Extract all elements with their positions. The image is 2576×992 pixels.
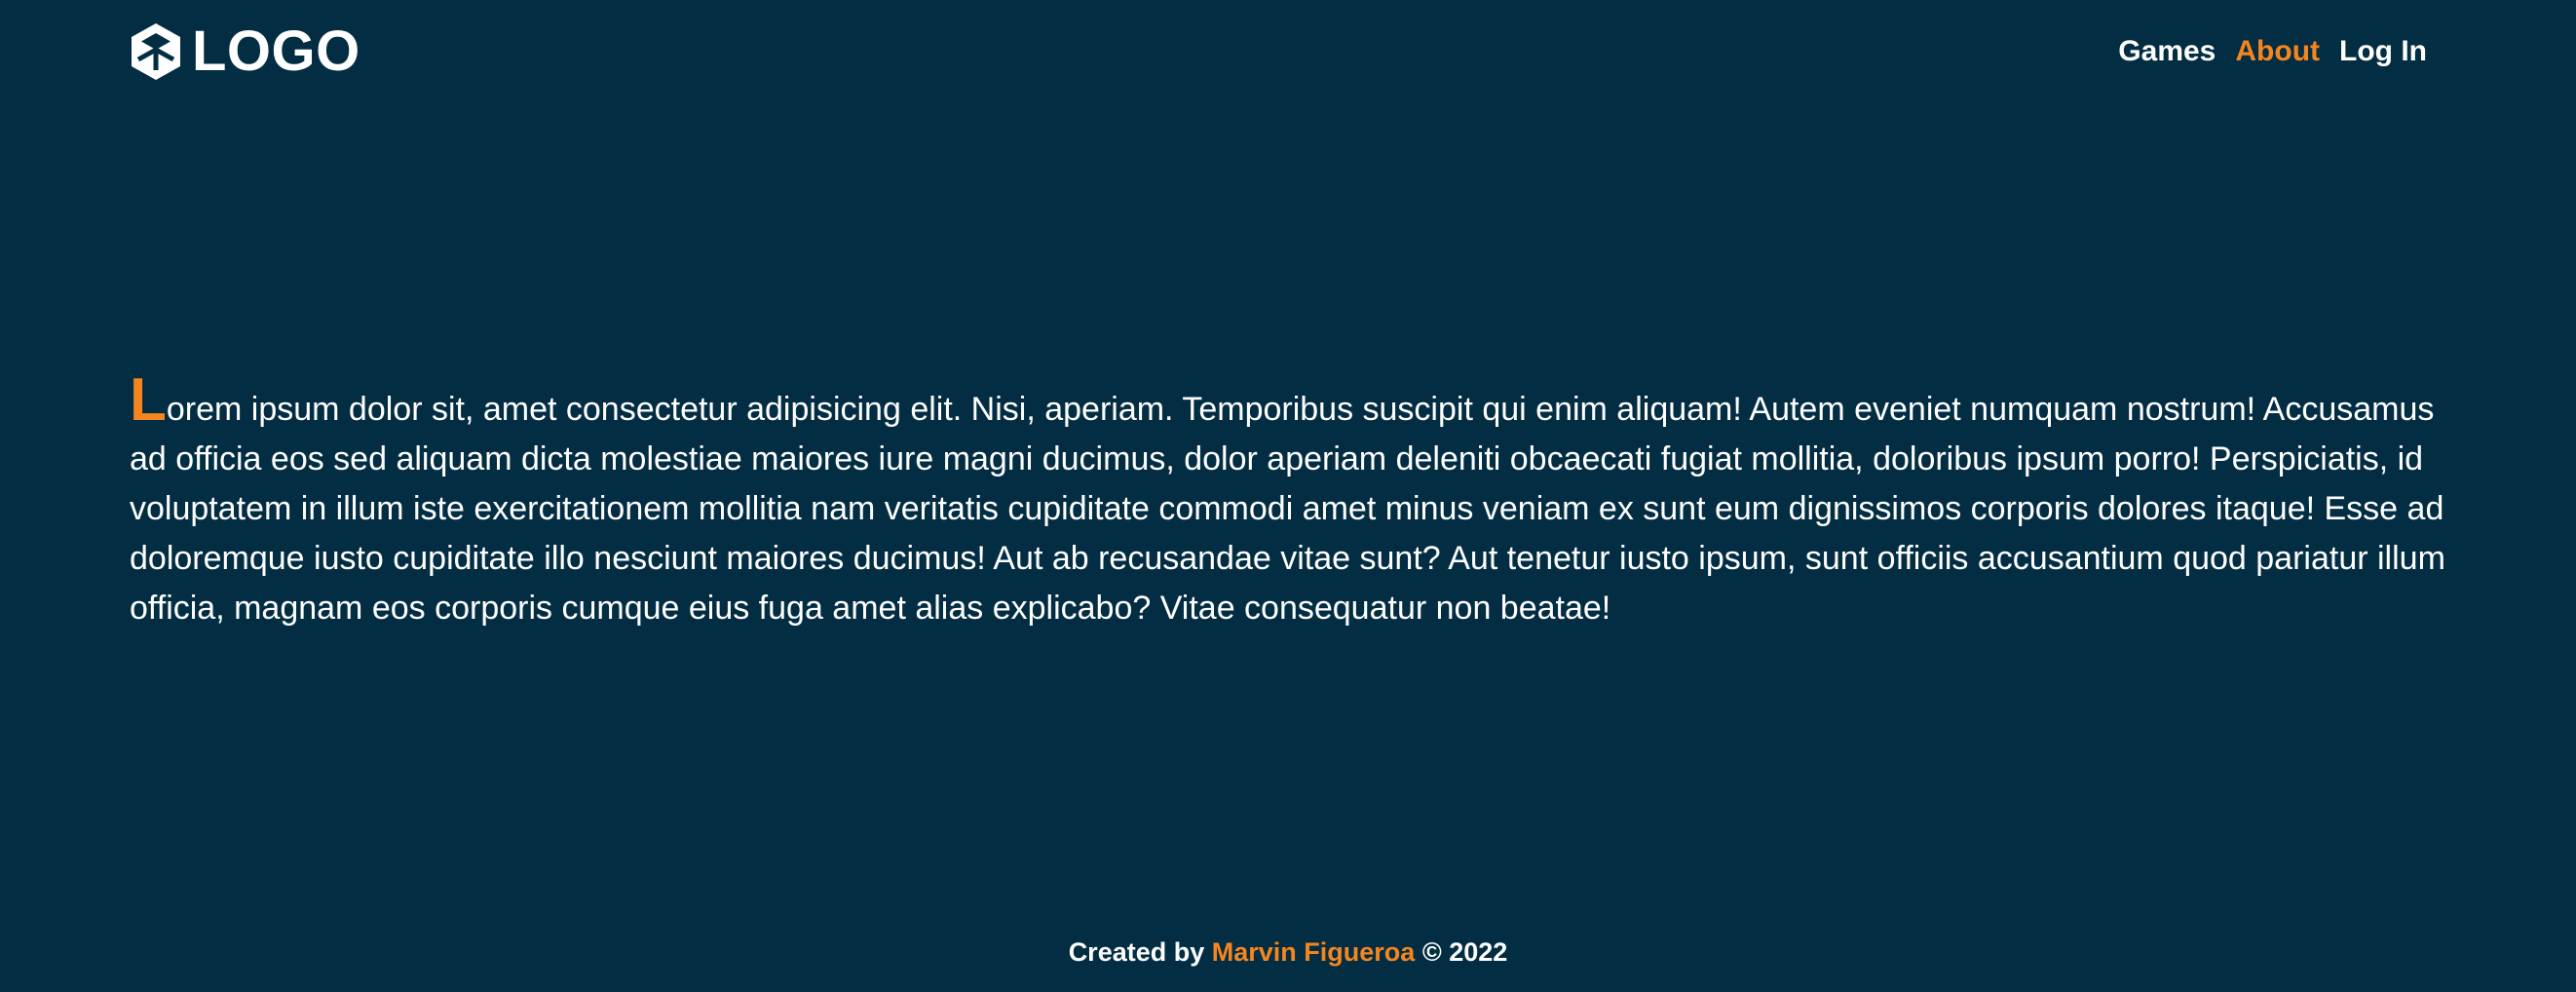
nav-link-login[interactable]: Log In (2339, 37, 2427, 66)
site-footer: Created by Marvin Figueroa © 2022 (0, 937, 2576, 968)
footer-prefix: Created by (1068, 937, 1205, 967)
drop-cap: L (130, 366, 167, 434)
main-nav: Games About Log In (2118, 37, 2427, 66)
author-link[interactable]: Marvin Figueroa (1212, 937, 1416, 967)
footer-copyright: © 2022 (1421, 937, 1508, 967)
main-content: Lorem ipsum dolor sit, amet consectetur … (130, 370, 2446, 633)
logo-link[interactable]: LOGO (130, 21, 360, 82)
paragraph-text: orem ipsum dolor sit, amet consectetur a… (130, 391, 2445, 627)
logo-text: LOGO (192, 19, 360, 83)
nav-link-games[interactable]: Games (2118, 37, 2216, 66)
about-paragraph: Lorem ipsum dolor sit, amet consectetur … (130, 370, 2446, 633)
nav-link-about[interactable]: About (2235, 37, 2320, 66)
cube-icon (130, 21, 182, 82)
site-header: LOGO Games About Log In (130, 14, 2446, 90)
